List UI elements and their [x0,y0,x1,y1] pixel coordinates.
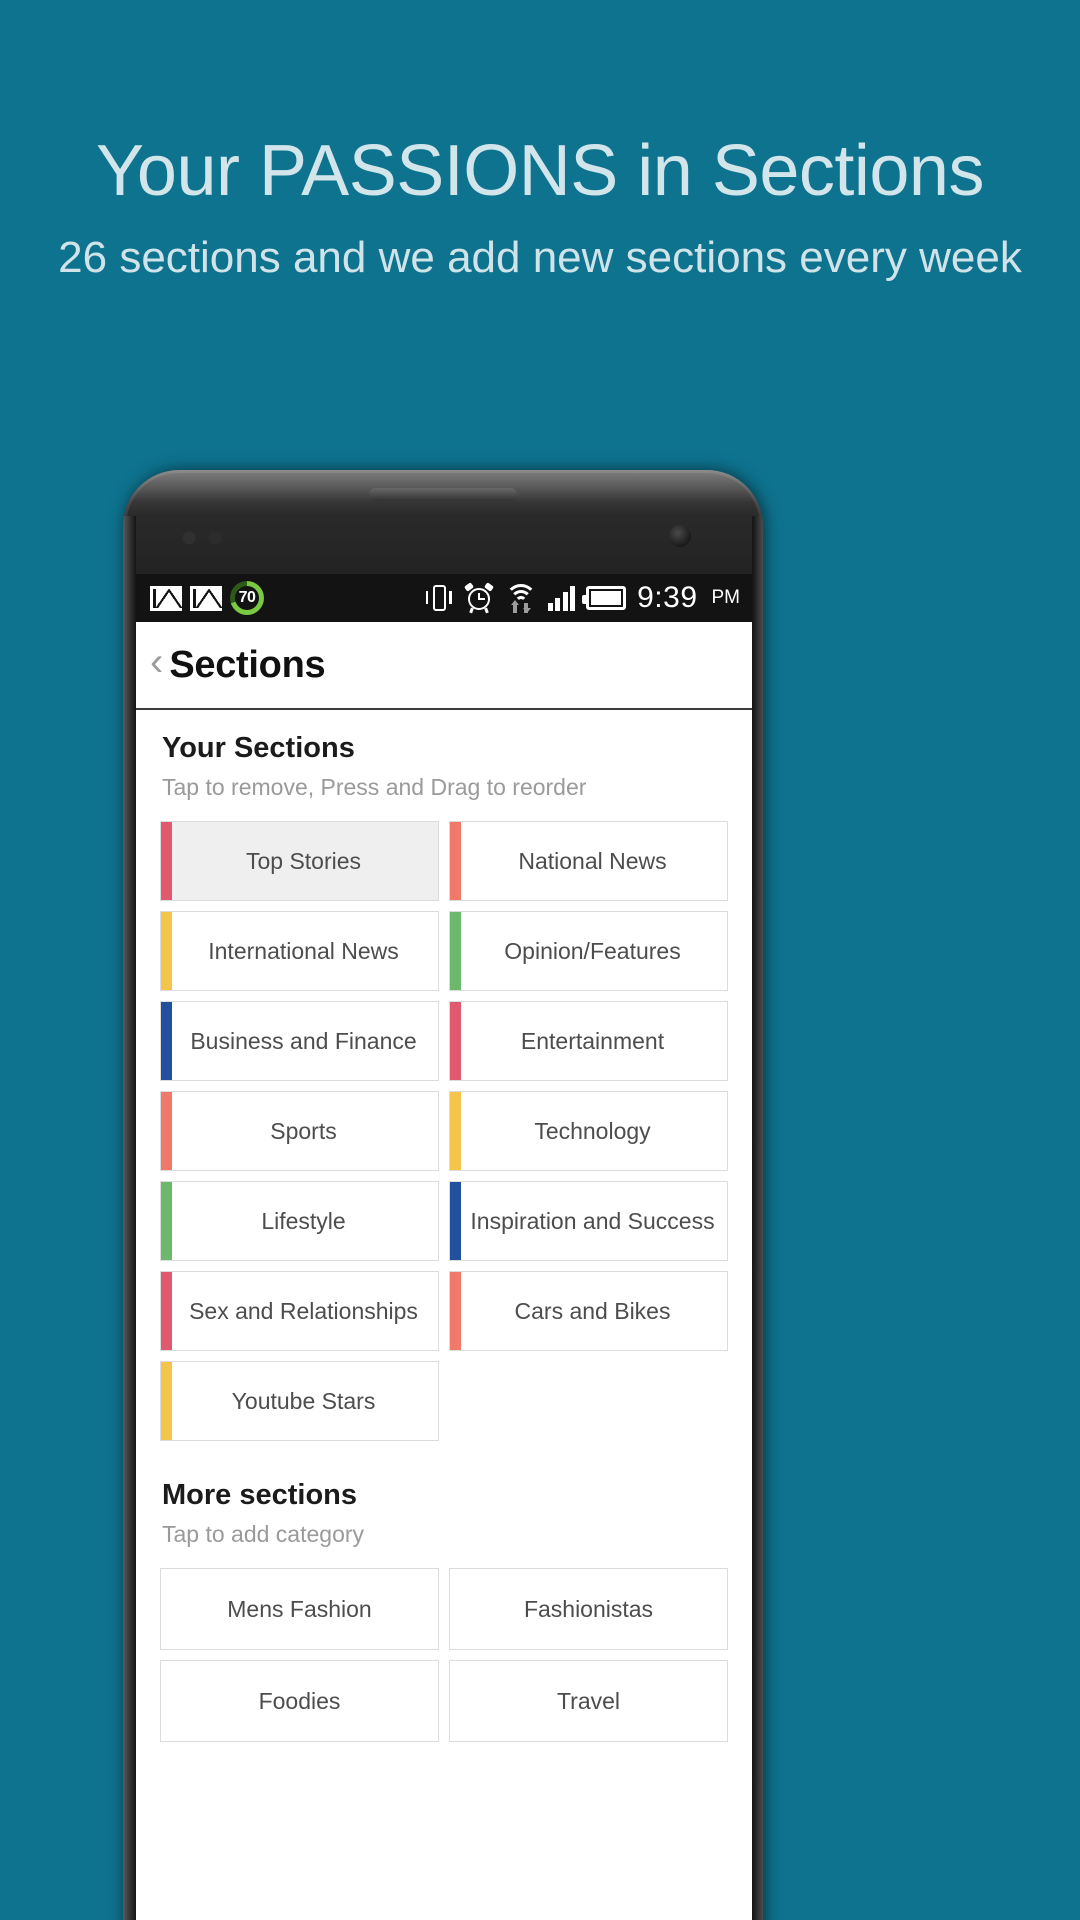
section-tile-label: Sex and Relationships [189,1298,418,1324]
section-tile-label: Inspiration and Success [470,1208,715,1234]
section-tile-label: Lifestyle [261,1208,346,1234]
earpiece-speaker [369,488,517,501]
battery-percent-icon: 70 [230,581,264,615]
phone-device-frame: 70 9:39 PM ‹ Sections Your Sections Tap … [123,470,763,1920]
proximity-sensor [181,532,243,544]
section-tile-label: Sports [270,1118,337,1144]
phone-right-bezel [752,516,763,1920]
battery-icon [582,586,627,610]
more-sections-grid: Mens Fashion Fashionistas Foodies Travel [136,1548,752,1742]
front-camera [669,525,691,547]
sections-content: Your Sections Tap to remove, Press and D… [136,710,752,1920]
section-tile-label: Mens Fashion [227,1596,372,1622]
battery-percent-label: 70 [238,589,256,606]
section-tile-label: Entertainment [520,1028,665,1054]
wifi-icon [504,584,537,613]
phone-left-bezel [123,516,136,1920]
your-sections-title: Your Sections [162,732,355,764]
your-section-tile[interactable]: Cars and Bikes [449,1271,728,1351]
your-section-tile[interactable]: Opinion/Features [449,911,728,991]
section-color-bar [450,912,461,990]
your-sections-subtitle: Tap to remove, Press and Drag to reorder [162,774,587,800]
phone-screen: 70 9:39 PM ‹ Sections Your Sections Tap … [136,574,752,1920]
gmail-icon [190,585,225,611]
section-tile-label: Business and Finance [190,1028,417,1054]
section-tile-label: Technology [534,1118,651,1144]
your-section-tile[interactable]: Top Stories [160,821,439,901]
your-section-tile[interactable]: Inspiration and Success [449,1181,728,1261]
section-color-bar [450,1002,461,1080]
app-header: ‹ Sections [136,622,752,710]
your-section-tile[interactable]: Youtube Stars [160,1361,439,1441]
gmail-icon [150,585,185,611]
cell-signal-icon [547,585,576,611]
more-sections-subtitle: Tap to add category [162,1521,365,1547]
section-tile-label: International News [208,938,399,964]
section-tile-label: Travel [556,1688,621,1714]
your-sections-grid: Top Stories National News International Ne… [136,801,752,1441]
section-color-bar [161,1182,172,1260]
status-bar-ampm: PM [711,587,741,608]
section-tile-label: Top Stories [245,848,362,874]
status-bar-clock: 9:39 [637,581,698,614]
section-tile-label: Fashionistas [523,1596,654,1622]
your-section-tile[interactable]: International News [160,911,439,991]
promo-title: Your PASSIONS in Sections [96,131,984,211]
section-color-bar [161,1272,172,1350]
more-sections-header: More sections Tap to add category [136,1441,752,1548]
status-bar: 70 9:39 PM [136,574,752,622]
status-bar-notifications: 70 [150,581,264,615]
status-bar-system-icons: 9:39 PM [425,581,740,615]
section-color-bar [161,1362,172,1440]
section-tile-label: Cars and Bikes [514,1298,671,1324]
your-section-tile[interactable]: Technology [449,1091,728,1171]
section-color-bar [161,1092,172,1170]
your-section-tile[interactable]: Entertainment [449,1001,728,1081]
grid-filler [449,1361,728,1441]
vibrate-icon [425,583,453,613]
section-color-bar [161,822,172,900]
page-title: Sections [169,643,326,686]
section-color-bar [450,1182,461,1260]
your-section-tile[interactable]: Business and Finance [160,1001,439,1081]
your-sections-header: Your Sections Tap to remove, Press and D… [136,710,752,801]
more-section-tile[interactable]: Foodies [160,1660,439,1742]
promo-banner: Your PASSIONS in Sections 26 sections an… [0,0,1080,288]
back-chevron-icon[interactable]: ‹ [150,642,169,688]
your-section-tile[interactable]: National News [449,821,728,901]
more-section-tile[interactable]: Mens Fashion [160,1568,439,1650]
section-color-bar [450,1272,461,1350]
section-tile-label: Opinion/Features [504,938,681,964]
more-sections-title: More sections [162,1479,357,1511]
more-section-tile[interactable]: Travel [449,1660,728,1742]
section-color-bar [161,1002,172,1080]
more-section-tile[interactable]: Fashionistas [449,1568,728,1650]
section-tile-label: Foodies [258,1688,341,1714]
alarm-icon [463,582,494,614]
promo-subtitle: 26 sections and we add new sections ever… [58,233,1022,282]
section-color-bar [450,822,461,900]
section-tile-label: National News [518,848,667,874]
your-section-tile[interactable]: Sports [160,1091,439,1171]
section-color-bar [161,912,172,990]
your-section-tile[interactable]: Lifestyle [160,1181,439,1261]
your-section-tile[interactable]: Sex and Relationships [160,1271,439,1351]
section-color-bar [450,1092,461,1170]
section-tile-label: Youtube Stars [231,1388,376,1414]
